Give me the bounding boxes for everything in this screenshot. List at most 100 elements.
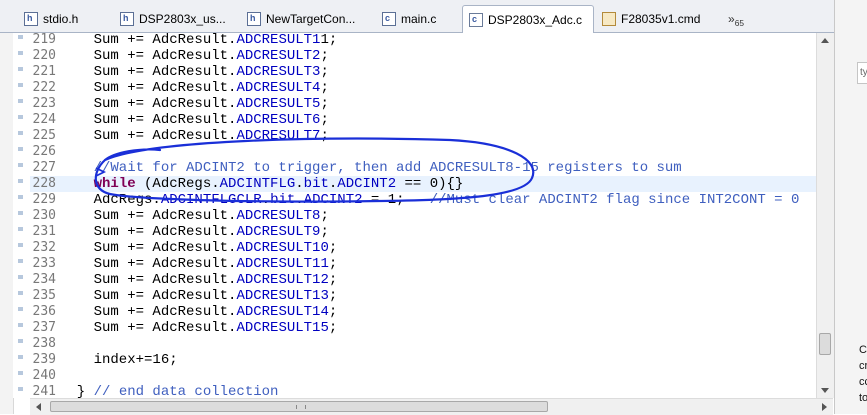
ruler-mark [18,67,23,71]
code-token: Sum += AdcResult. [60,288,237,304]
code-token: Sum += AdcResult. [60,80,237,96]
code-token: Sum += AdcResult. [60,208,237,224]
line-number: 240 [32,368,56,383]
code-token: AdcRegs. [60,192,161,208]
code-editor[interactable]: 219 Sum += AdcResult.ADCRESULT11; 220 Sum… [30,33,816,398]
field-token: ADCRESULT10 [236,240,329,256]
field-token: ADCRESULT7 [236,128,321,144]
code-text: //Wait for ADCINT2 to trigger, then add … [60,160,682,176]
code-token: . [295,192,304,208]
tab-stdio-h[interactable]: stdio.h [18,6,114,32]
code-text: Sum += AdcResult.ADCRESULT11; [60,256,338,272]
right-side-panel: ty C cr cc to [834,0,867,414]
code-line[interactable]: 238 [30,336,816,352]
code-line[interactable]: 219 Sum += AdcResult.ADCRESULT11; [30,33,816,48]
field-token: ADCINTFLGCLR [160,192,262,208]
code-token: Sum += AdcResult. [60,112,237,128]
line-number: 236 [32,304,56,319]
code-line[interactable]: 225 Sum += AdcResult.ADCRESULT7; [30,128,816,144]
cmd-file-icon [602,12,616,26]
field-token: ADCRESULT8 [236,208,321,224]
code-text: Sum += AdcResult.ADCRESULT3; [60,64,329,80]
code-token: Sum += AdcResult. [60,240,237,256]
annotation-ruler [13,33,29,398]
code-token: . [295,176,304,192]
code-text: Sum += AdcResult.ADCRESULT2; [60,48,329,64]
code-line[interactable]: 232 Sum += AdcResult.ADCRESULT10; [30,240,816,256]
code-text: while (AdcRegs.ADCINTFLG.bit.ADCINT2 == … [60,176,464,192]
scroll-right-icon[interactable] [822,403,827,411]
horizontal-scrollbar[interactable] [30,398,833,415]
code-line[interactable]: 233 Sum += AdcResult.ADCRESULT11; [30,256,816,272]
tab-label: DSP2803x_us... [139,12,226,26]
line-number: 223 [32,96,56,111]
tab-dsp2803x-usdelay[interactable]: DSP2803x_us... [114,6,240,32]
panel-search-field[interactable]: ty [857,62,867,84]
code-text: Sum += AdcResult.ADCRESULT15; [60,320,338,336]
code-line[interactable]: 230 Sum += AdcResult.ADCRESULT8; [30,208,816,224]
ruler-mark [18,51,23,55]
ruler-mark [18,115,23,119]
field-token: ADCRESULT12 [236,272,329,288]
code-token: . [261,192,271,208]
tab-label: NewTargetCon... [266,12,356,26]
code-token: ; [320,128,329,144]
ruler-mark [18,227,23,231]
code-token: == 0){} [396,176,464,192]
field-token: ADCINTFLG [219,176,296,192]
code-line[interactable]: 224 Sum += AdcResult.ADCRESULT6; [30,112,816,128]
field-token: ADCRESULT6 [236,112,321,128]
code-token: (AdcRegs. [135,176,220,192]
code-line[interactable]: 236 Sum += AdcResult.ADCRESULT14; [30,304,816,320]
code-line[interactable]: 235 Sum += AdcResult.ADCRESULT13; [30,288,816,304]
code-line[interactable]: 229 AdcRegs.ADCINTFLGCLR.bit.ADCINT2 = 1… [30,192,816,208]
code-line[interactable]: 221 Sum += AdcResult.ADCRESULT3; [30,64,816,80]
code-line[interactable]: 239 index+=16; [30,352,816,368]
line-number: 237 [32,320,56,335]
code-token: ; [320,208,329,224]
panel-text: to [859,392,867,404]
field-token: ADCINT2 [303,192,363,208]
horizontal-scroll-thumb[interactable] [50,401,548,412]
code-line[interactable]: 226 [30,144,816,160]
line-number: 221 [32,64,56,79]
ruler-mark [18,179,23,183]
ruler-mark [18,355,23,359]
code-line[interactable]: 231 Sum += AdcResult.ADCRESULT9; [30,224,816,240]
line-number: 231 [32,224,56,239]
tab-f28035v1-cmd[interactable]: F28035v1.cmd [596,6,722,32]
code-line[interactable]: 222 Sum += AdcResult.ADCRESULT4; [30,80,816,96]
code-text: Sum += AdcResult.ADCRESULT5; [60,96,329,112]
code-line[interactable]: 223 Sum += AdcResult.ADCRESULT5; [30,96,816,112]
ruler-mark [18,307,23,311]
code-token: Sum += AdcResult. [60,128,237,144]
tab-main-c[interactable]: main.c [376,6,462,32]
vertical-scrollbar[interactable] [816,33,834,398]
scroll-down-icon[interactable] [821,388,829,393]
code-line[interactable]: 234 Sum += AdcResult.ADCRESULT12; [30,272,816,288]
code-line[interactable]: 241 } // end data collection [30,384,816,398]
code-line[interactable]: 227 //Wait for ADCINT2 to trigger, then … [30,160,816,176]
tab-newtargetconfig[interactable]: NewTargetCon... [241,6,367,32]
tab-overflow-button[interactable]: »65 [728,12,744,28]
code-line[interactable]: 228 while (AdcRegs.ADCINTFLG.bit.ADCINT2… [30,176,816,192]
line-number: 224 [32,112,56,127]
code-line[interactable]: 237 Sum += AdcResult.ADCRESULT15; [30,320,816,336]
panel-text: cr [859,360,867,372]
code-line[interactable]: 220 Sum += AdcResult.ADCRESULT2; [30,48,816,64]
chevron-double-right-icon: » [728,12,735,26]
vertical-scroll-thumb[interactable] [819,333,831,355]
code-text: Sum += AdcResult.ADCRESULT4; [60,80,329,96]
comment-token: // end data collection [93,384,279,398]
line-number: 234 [32,272,56,287]
field-token: ADCRESULT13 [236,288,329,304]
scroll-left-icon[interactable] [36,403,41,411]
ruler-mark [18,339,23,343]
ruler-mark [18,291,23,295]
scroll-up-icon[interactable] [821,38,829,43]
line-number: 241 [32,384,56,398]
code-line[interactable]: 240 [30,368,816,384]
tab-dsp2803x-adc-c[interactable]: DSP2803x_Adc.c [462,5,594,33]
code-token: ; [328,256,338,272]
h-file-icon [247,12,261,26]
